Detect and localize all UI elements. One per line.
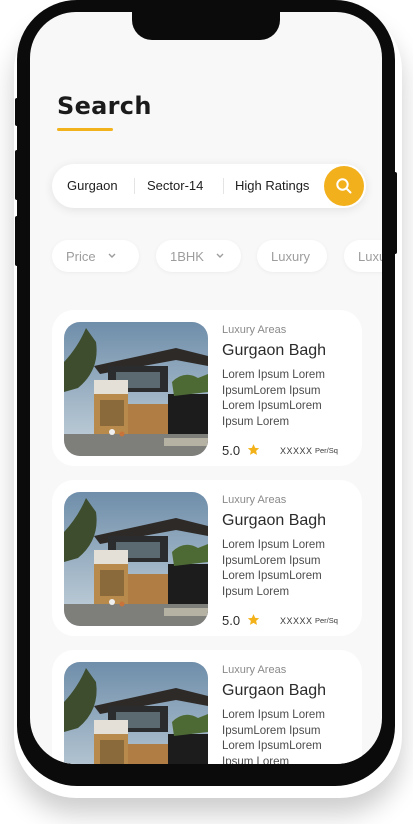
title-underline (57, 128, 113, 131)
listing-price-unit: Per/Sq (315, 616, 338, 625)
search-icon (336, 178, 352, 194)
listing-rating: 5.0 (222, 443, 241, 458)
listing-title: Gurgaon Bagh (222, 342, 327, 359)
notch (132, 12, 280, 40)
search-button[interactable] (324, 166, 364, 206)
chip-label: Luxury (271, 248, 311, 264)
search-divider (134, 178, 135, 194)
listing-image (64, 492, 208, 626)
star-icon (247, 444, 260, 455)
listing-rating: 5.0 (222, 613, 241, 628)
mute-switch (15, 98, 19, 126)
chip-label: Luxury (358, 248, 382, 264)
chip-label: Price (66, 248, 96, 264)
listing-card[interactable]: Luxury Areas Gurgaon Bagh Lorem Ipsum Lo… (52, 480, 362, 636)
chip-luxury[interactable]: Luxury (257, 240, 327, 272)
star-icon (247, 614, 260, 625)
listing-category: Luxury Areas (222, 664, 287, 676)
listing-image (64, 322, 208, 456)
listing-card[interactable]: Luxury Areas Gurgaon Bagh Lorem Ipsum Lo… (52, 650, 362, 764)
search-sector[interactable]: Sector-14 (147, 178, 203, 193)
chevron-down-icon (108, 253, 116, 258)
listing-price: XXXXX (280, 616, 313, 626)
chip-price[interactable]: Price (52, 240, 139, 272)
search-divider (223, 178, 224, 194)
listing-title: Gurgaon Bagh (222, 512, 327, 529)
app-screen: Search Gurgaon Sector-14 High Ratings Pr… (30, 12, 382, 764)
volume-down-button (15, 216, 19, 266)
listing-description: Lorem Ipsum Lorem IpsumLorem Ipsum Lorem… (222, 369, 325, 428)
chip-1bhk[interactable]: 1BHK (156, 240, 241, 272)
search-location[interactable]: Gurgaon (67, 178, 118, 193)
power-button (393, 172, 397, 254)
listing-price: XXXXX (280, 446, 313, 456)
volume-up-button (15, 150, 19, 200)
listing-price-unit: Per/Sq (315, 446, 338, 455)
search-bar: Gurgaon Sector-14 High Ratings (52, 164, 366, 208)
chip-luxury-2[interactable]: Luxury (344, 240, 382, 272)
chip-label: 1BHK (170, 248, 204, 264)
listing-card[interactable]: Luxury Areas Gurgaon Bagh Lorem Ipsum Lo… (52, 310, 362, 466)
listing-category: Luxury Areas (222, 324, 287, 336)
listing-title: Gurgaon Bagh (222, 682, 327, 699)
chevron-down-icon (216, 253, 224, 258)
search-filter[interactable]: High Ratings (235, 178, 309, 193)
listing-image (64, 662, 208, 764)
listing-description: Lorem Ipsum Lorem IpsumLorem Ipsum Lorem… (222, 709, 325, 764)
page-title: Search (57, 92, 152, 120)
filter-chips: Price 1BHK Luxury Luxury (52, 240, 382, 276)
listing-description: Lorem Ipsum Lorem IpsumLorem Ipsum Lorem… (222, 539, 325, 598)
listing-category: Luxury Areas (222, 494, 287, 506)
